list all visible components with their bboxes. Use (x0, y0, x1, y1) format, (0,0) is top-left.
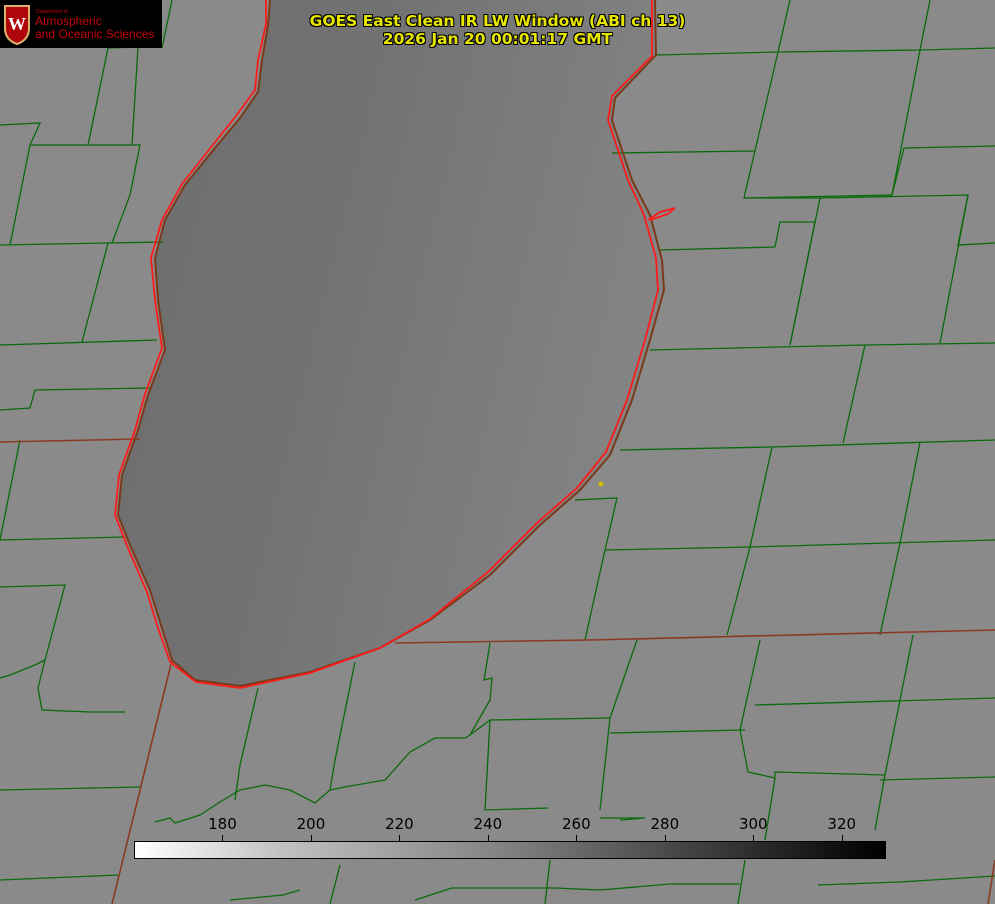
temperature-colorbar (134, 841, 886, 859)
colorbar-tick-mark (665, 835, 666, 841)
map-canvas (0, 0, 995, 904)
colorbar-tick-mark (311, 835, 312, 841)
colorbar-tick-label: 200 (296, 815, 326, 833)
colorbar-tick-label: 260 (562, 815, 591, 833)
colorbar-tick-label: 240 (473, 815, 503, 833)
colorbar-tick-mark (488, 835, 489, 841)
colorbar-tick-label: 280 (650, 815, 680, 833)
colorbar-tick-label: 180 (208, 815, 237, 833)
colorbar-tick-label: 320 (827, 815, 857, 833)
colorbar-tick-mark (399, 835, 400, 841)
colorbar-tick-label: 300 (738, 815, 768, 833)
colorbar-tick-mark (842, 835, 843, 841)
satellite-map-view: W Department of Atmospheric and Oceanic … (0, 0, 995, 904)
image-timestamp: 2026 Jan 20 00:01:17 GMT (382, 30, 613, 48)
colorbar-tick-mark (222, 835, 223, 841)
image-title: GOES East Clean IR LW Window (ABI ch 13) (309, 12, 686, 30)
station-marker (598, 481, 604, 487)
colorbar-tick-label: 220 (385, 815, 414, 833)
colorbar-tick-mark (753, 835, 754, 841)
colorbar-tick-mark (576, 835, 577, 841)
